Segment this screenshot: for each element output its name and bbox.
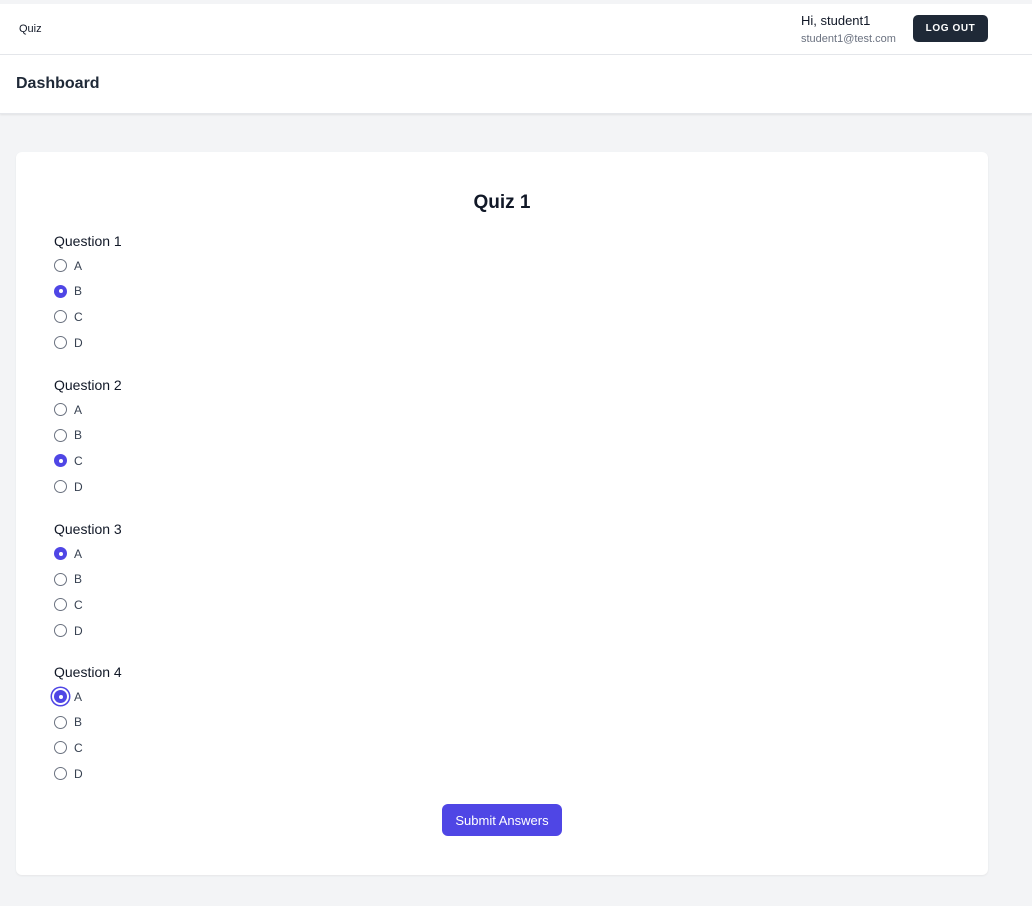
brand-link[interactable]: Quiz (19, 23, 42, 35)
radio-button[interactable] (54, 715, 67, 729)
question-4-option-c[interactable]: C (54, 735, 122, 761)
radio-button[interactable] (54, 690, 67, 704)
radio-button[interactable] (54, 403, 67, 417)
option-label: A (74, 546, 83, 561)
question-3-option-b[interactable]: B (54, 567, 122, 593)
radio-button[interactable] (54, 480, 67, 494)
radio-button[interactable] (54, 547, 67, 561)
option-label: D (74, 766, 83, 781)
question-4: Question 4 A B C D (54, 663, 122, 786)
option-label: C (74, 740, 83, 755)
option-label: D (74, 479, 83, 494)
option-label: B (74, 428, 83, 443)
question-2-option-d[interactable]: D (54, 474, 122, 500)
question-4-option-d[interactable]: D (54, 761, 122, 787)
question-2: Question 2 A B C D (54, 376, 122, 499)
question-title: Question 3 (54, 521, 122, 537)
radio-button[interactable] (54, 741, 67, 755)
question-4-option-b[interactable]: B (54, 710, 122, 736)
radio-button[interactable] (54, 767, 67, 781)
option-label: C (74, 309, 83, 324)
radio-button[interactable] (54, 310, 67, 324)
page-header: Dashboard (0, 55, 1032, 114)
question-3-option-a[interactable]: A (54, 541, 122, 567)
question-1-option-d[interactable]: D (54, 330, 122, 356)
page-title: Dashboard (16, 75, 100, 92)
question-1-option-a[interactable]: A (54, 253, 122, 279)
option-label: C (74, 597, 83, 612)
submit-answers-button[interactable]: Submit Answers (442, 804, 562, 836)
question-1-option-c[interactable]: C (54, 304, 122, 330)
question-title: Question 4 (54, 664, 122, 680)
option-label: D (74, 623, 83, 638)
quiz-title: Quiz 1 (473, 192, 531, 213)
option-label: D (74, 335, 83, 350)
question-4-option-a[interactable]: A (54, 684, 122, 710)
question-2-option-c[interactable]: C (54, 448, 122, 474)
option-label: A (74, 258, 83, 273)
option-label: B (74, 715, 83, 730)
question-title: Question 1 (54, 233, 122, 249)
question-2-option-a[interactable]: A (54, 397, 122, 423)
option-label: B (74, 284, 83, 299)
option-label: C (74, 453, 83, 468)
quiz-card: Quiz 1 Question 1 A B C D Question 2 A B… (16, 152, 988, 875)
question-1: Question 1 A B C D (54, 232, 122, 355)
navbar: Quiz Hi, student1 student1@test.com LOG … (0, 4, 1032, 55)
question-3-option-d[interactable]: D (54, 618, 122, 644)
radio-button[interactable] (54, 598, 67, 612)
radio-button[interactable] (54, 428, 67, 442)
radio-button[interactable] (54, 454, 67, 468)
radio-button[interactable] (54, 284, 67, 298)
option-label: B (74, 572, 83, 587)
logout-button[interactable]: LOG OUT (913, 15, 988, 42)
question-3-option-c[interactable]: C (54, 592, 122, 618)
user-greeting: Hi, student1 (801, 13, 871, 28)
question-1-option-b[interactable]: B (54, 279, 122, 305)
radio-button[interactable] (54, 624, 67, 638)
radio-button[interactable] (54, 572, 67, 586)
user-email: student1@test.com (801, 33, 896, 45)
question-2-option-b[interactable]: B (54, 423, 122, 449)
question-title: Question 2 (54, 377, 122, 393)
radio-button[interactable] (54, 259, 67, 273)
question-3: Question 3 A B C D (54, 520, 122, 643)
option-label: A (74, 689, 83, 704)
user-info: Hi, student1 student1@test.com (801, 13, 896, 46)
option-label: A (74, 402, 83, 417)
radio-button[interactable] (54, 336, 67, 350)
